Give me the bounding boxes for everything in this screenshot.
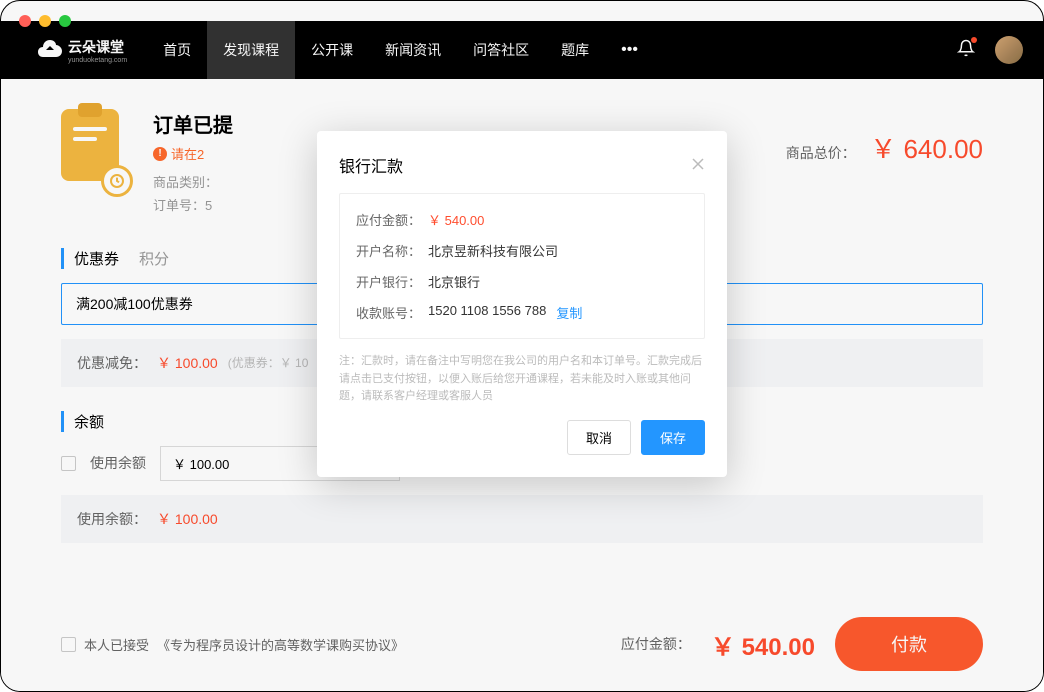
- modal-row-label: 收款账号：: [356, 303, 428, 322]
- window-minimize-dot[interactable]: [39, 15, 51, 27]
- modal-overlay: 银行汇款 应付金额：￥ 540.00开户名称：北京昱新科技有限公司开户银行：北京…: [1, 1, 1043, 691]
- modal-title: 银行汇款: [339, 153, 403, 177]
- modal-row-0: 应付金额：￥ 540.00: [356, 210, 688, 229]
- modal-row-value: 1520 1108 1556 788: [428, 303, 546, 322]
- copy-link[interactable]: 复制: [556, 303, 582, 322]
- window-close-dot[interactable]: [19, 15, 31, 27]
- modal-note: 注：汇款时，请在备注中写明您在我公司的用户名和本订单号。汇款完成后请点击已支付按…: [339, 353, 705, 406]
- modal-row-2: 开户银行：北京银行: [356, 272, 688, 291]
- modal-row-value: 北京昱新科技有限公司: [428, 241, 558, 260]
- modal-row-1: 开户名称：北京昱新科技有限公司: [356, 241, 688, 260]
- modal-row-3: 收款账号：1520 1108 1556 788 复制: [356, 303, 688, 322]
- modal-row-value: 北京银行: [428, 272, 480, 291]
- save-button[interactable]: 保存: [641, 420, 705, 455]
- close-icon: [691, 157, 705, 171]
- bank-transfer-modal: 银行汇款 应付金额：￥ 540.00开户名称：北京昱新科技有限公司开户银行：北京…: [317, 131, 727, 477]
- modal-row-label: 应付金额：: [356, 210, 428, 229]
- cancel-button[interactable]: 取消: [567, 420, 631, 455]
- modal-row-value: ￥ 540.00: [428, 210, 484, 229]
- modal-close-button[interactable]: [691, 155, 705, 176]
- modal-row-label: 开户银行：: [356, 272, 428, 291]
- modal-row-label: 开户名称：: [356, 241, 428, 260]
- window-maximize-dot[interactable]: [59, 15, 71, 27]
